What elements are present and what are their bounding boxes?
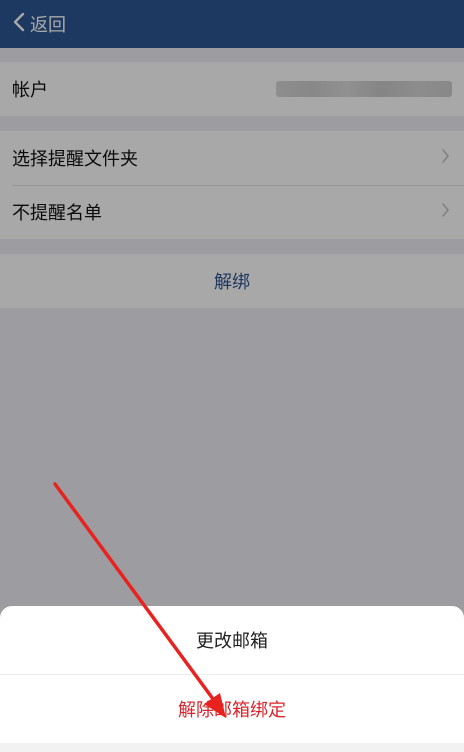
unbind-email-button[interactable]: 解除邮箱绑定 <box>0 674 464 743</box>
sheet-bottom-bar <box>0 743 464 752</box>
action-sheet: 更改邮箱 解除邮箱绑定 <box>0 606 464 752</box>
change-email-button[interactable]: 更改邮箱 <box>0 606 464 674</box>
